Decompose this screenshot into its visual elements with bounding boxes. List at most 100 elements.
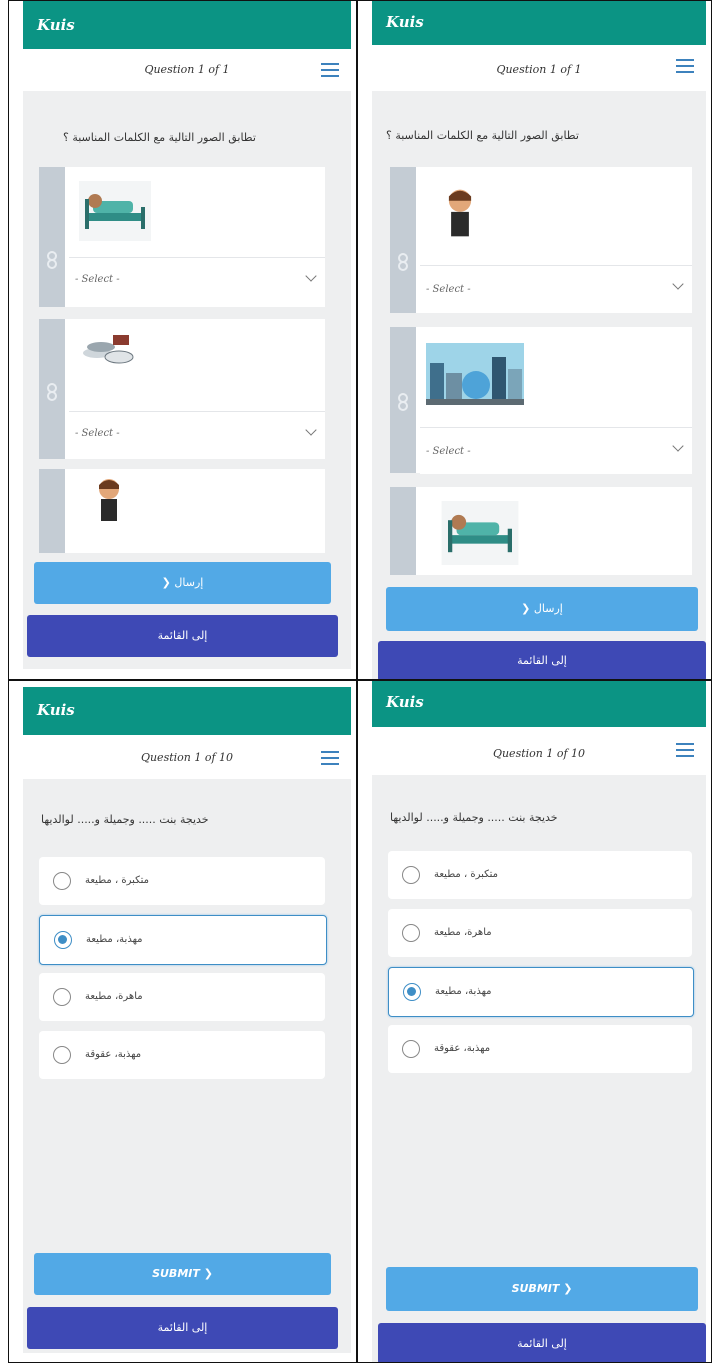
drag-handle-icon[interactable]	[390, 167, 416, 313]
chevron-down-icon	[305, 424, 317, 436]
select-dropdown[interactable]: - Select -	[69, 257, 325, 304]
radio-button[interactable]	[53, 988, 71, 1006]
dishes-image	[83, 335, 134, 364]
match-card-2: - Select -	[390, 327, 692, 474]
select-dropdown[interactable]: - Select -	[69, 411, 325, 458]
chevron-down-icon	[305, 270, 317, 282]
drag-handle-icon[interactable]	[39, 469, 65, 559]
select-dropdown[interactable]: - Select -	[420, 427, 692, 474]
panel-3: Kuis Question 1 of 10 خديجة بنت ..... وج…	[8, 680, 357, 1363]
radio-button[interactable]	[403, 983, 421, 1001]
answer-option-label: مهذبة، مطيعة	[435, 986, 492, 997]
radio-button[interactable]	[402, 924, 420, 942]
drag-handle-icon[interactable]	[39, 319, 65, 459]
drag-handle-icon[interactable]	[390, 327, 416, 473]
radio-button[interactable]	[53, 872, 71, 890]
chevron-right-icon: ❯	[161, 576, 175, 589]
headache-person-image	[448, 189, 472, 237]
answer-option[interactable]: ماهرة، مطيعة	[39, 973, 325, 1021]
back-to-list-button[interactable]: إلى القائمة	[378, 1323, 706, 1362]
sick-bed-image	[79, 181, 151, 241]
radio-button[interactable]	[53, 1046, 71, 1064]
phone-screen: Kuis Question 1 of 10 خديجة بنت ..... وج…	[23, 687, 351, 1353]
answer-option-label: مهذبة، عقوقة	[85, 1049, 142, 1060]
question-counter: Question 1 of 10	[492, 747, 586, 760]
select-dropdown[interactable]: - Select -	[420, 265, 692, 312]
chevron-down-icon	[672, 440, 684, 452]
match-card-1: - Select -	[390, 167, 692, 313]
submit-label: SUBMIT	[152, 1267, 200, 1280]
submit-button[interactable]: SUBMIT ❯	[386, 1267, 698, 1311]
answer-option-label: متكبرة ، مطيعة	[434, 869, 499, 880]
phone-screen: Kuis Question 1 of 10 خديجة بنت ..... وج…	[372, 681, 706, 1362]
match-card-1: - Select -	[39, 167, 325, 307]
answer-option[interactable]: متكبرة ، مطيعة	[39, 857, 325, 905]
answer-option[interactable]: مهذبة، مطيعة	[388, 967, 694, 1017]
chevron-right-icon: ❯	[199, 1267, 213, 1280]
question-counter: Question 1 of 1	[144, 63, 230, 76]
answer-option-label: ماهرة، مطيعة	[85, 991, 143, 1002]
answer-option-label: ماهرة، مطيعة	[434, 927, 492, 938]
question-bar: Question 1 of 1	[372, 45, 706, 91]
answer-option[interactable]: مهذبة، عقوقة	[39, 1031, 325, 1079]
answer-option-label: مهذبة، عقوقة	[434, 1043, 491, 1054]
submit-button[interactable]: ❯ إرسال	[386, 587, 698, 631]
chevron-right-icon: ❯	[521, 602, 534, 615]
sick-bed-image	[441, 501, 519, 565]
radio-button[interactable]	[402, 866, 420, 884]
radio-button[interactable]	[402, 1040, 420, 1058]
question-text: خديجة بنت ..... وجميلة و..... لوالديها	[41, 813, 209, 826]
app-bar: Kuis	[372, 1, 706, 45]
back-to-list-button[interactable]: إلى القائمة	[27, 615, 338, 657]
answer-option[interactable]: متكبرة ، مطيعة	[388, 851, 692, 899]
select-placeholder: - Select -	[75, 428, 120, 439]
panel-4: Kuis Question 1 of 10 خديجة بنت ..... وج…	[357, 680, 712, 1363]
submit-label: SUBMIT	[511, 1282, 560, 1295]
submit-label: إرسال	[533, 602, 563, 615]
question-bar: Question 1 of 10	[372, 727, 706, 775]
panel-2: Kuis Question 1 of 1 تطابق الصور التالية…	[357, 0, 712, 680]
select-placeholder: - Select -	[426, 284, 471, 295]
question-counter: Question 1 of 10	[140, 751, 234, 764]
hamburger-menu-icon[interactable]	[676, 59, 694, 73]
app-title: Kuis	[37, 701, 75, 719]
hamburger-menu-icon[interactable]	[676, 743, 694, 757]
app-bar: Kuis	[23, 1, 351, 49]
app-title: Kuis	[386, 13, 424, 31]
submit-button[interactable]: SUBMIT ❯	[34, 1253, 331, 1295]
app-title: Kuis	[37, 16, 75, 34]
question-bar: Question 1 of 10	[23, 735, 351, 779]
match-card-3	[39, 469, 325, 559]
answer-option-label: مهذبة، مطيعة	[86, 934, 143, 945]
city-image	[426, 343, 524, 405]
phone-screen: Kuis Question 1 of 1 تطابق الصور التالية…	[372, 1, 706, 679]
submit-button[interactable]: ❯ إرسال	[34, 562, 331, 604]
app-bar: Kuis	[372, 681, 706, 727]
back-to-list-button[interactable]: إلى القائمة	[378, 641, 706, 679]
question-text: تطابق الصور التالية مع الكلمات المناسبة …	[386, 129, 579, 142]
drag-handle-icon[interactable]	[390, 487, 416, 587]
app-title: Kuis	[386, 693, 424, 711]
question-counter: Question 1 of 1	[496, 63, 582, 76]
answer-option[interactable]: مهذبة، عقوقة	[388, 1025, 692, 1073]
back-to-list-button[interactable]: إلى القائمة	[27, 1307, 338, 1349]
submit-label: إرسال	[174, 576, 204, 589]
answer-option[interactable]: مهذبة، مطيعة	[39, 915, 327, 965]
headache-person-image	[99, 479, 119, 521]
hamburger-menu-icon[interactable]	[321, 751, 339, 765]
answer-option[interactable]: ماهرة، مطيعة	[388, 909, 692, 957]
match-card-3	[390, 487, 692, 587]
match-card-2: - Select -	[39, 319, 325, 459]
select-placeholder: - Select -	[426, 446, 471, 457]
app-bar: Kuis	[23, 687, 351, 735]
hamburger-menu-icon[interactable]	[321, 63, 339, 77]
radio-button[interactable]	[54, 931, 72, 949]
chevron-down-icon	[672, 278, 684, 290]
question-bar: Question 1 of 1	[23, 49, 351, 91]
panel-1: Kuis Question 1 of 1 تطابق الصور التالية…	[8, 0, 357, 680]
question-text: خديجة بنت ..... وجميلة و..... لوالديها	[390, 811, 558, 824]
chevron-right-icon: ❯	[559, 1282, 573, 1295]
phone-screen: Kuis Question 1 of 1 تطابق الصور التالية…	[23, 1, 351, 669]
question-text: تطابق الصور التالية مع الكلمات المناسبة …	[63, 131, 256, 144]
drag-handle-icon[interactable]	[39, 167, 65, 307]
